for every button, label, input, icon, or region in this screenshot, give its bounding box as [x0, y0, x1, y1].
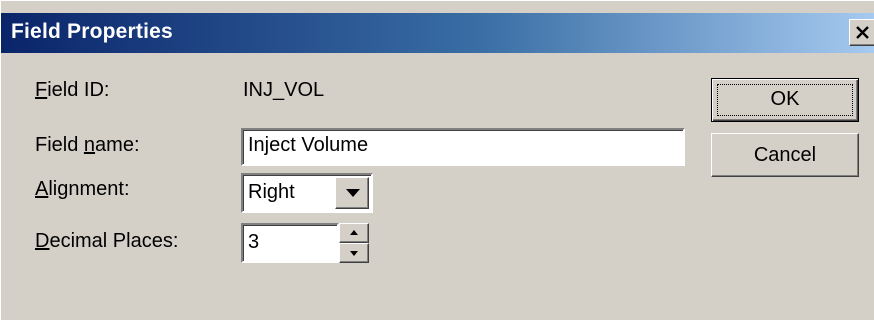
field-properties-dialog: Field Properties Field ID: INJ_VOL Field…: [0, 0, 874, 320]
dialog-title: Field Properties: [11, 20, 173, 43]
close-icon: [856, 26, 869, 39]
field-name-input-text: Inject Volume: [248, 134, 369, 156]
decimal-places-spin-down[interactable]: [339, 243, 369, 263]
spin-down-icon: [350, 251, 358, 256]
field-name-label: Field name:: [35, 134, 140, 156]
title-bar[interactable]: Field Properties: [1, 13, 874, 53]
decimal-places-value: 3: [248, 231, 260, 253]
chevron-down-icon: [346, 189, 360, 197]
cancel-button-label: Cancel: [753, 144, 817, 166]
field-name-input[interactable]: Inject Volume: [241, 128, 685, 166]
ok-button-label: OK: [770, 88, 800, 110]
alignment-label: Alignment:: [35, 178, 130, 200]
decimal-places-input[interactable]: 3: [241, 223, 339, 263]
cancel-button[interactable]: Cancel: [711, 133, 859, 177]
spin-up-icon: [350, 230, 358, 235]
decimal-places-label: Decimal Places:: [35, 230, 179, 252]
decimal-places-spin-up[interactable]: [339, 223, 369, 243]
alignment-select[interactable]: Right: [241, 173, 373, 213]
alignment-dropdown-button[interactable]: [335, 177, 369, 209]
alignment-selected-value: Right: [248, 181, 295, 203]
field-id-label: Field ID:: [35, 79, 110, 101]
field-id-value: INJ_VOL: [243, 79, 325, 101]
ok-button[interactable]: OK: [711, 78, 859, 122]
close-button[interactable]: [849, 19, 874, 46]
